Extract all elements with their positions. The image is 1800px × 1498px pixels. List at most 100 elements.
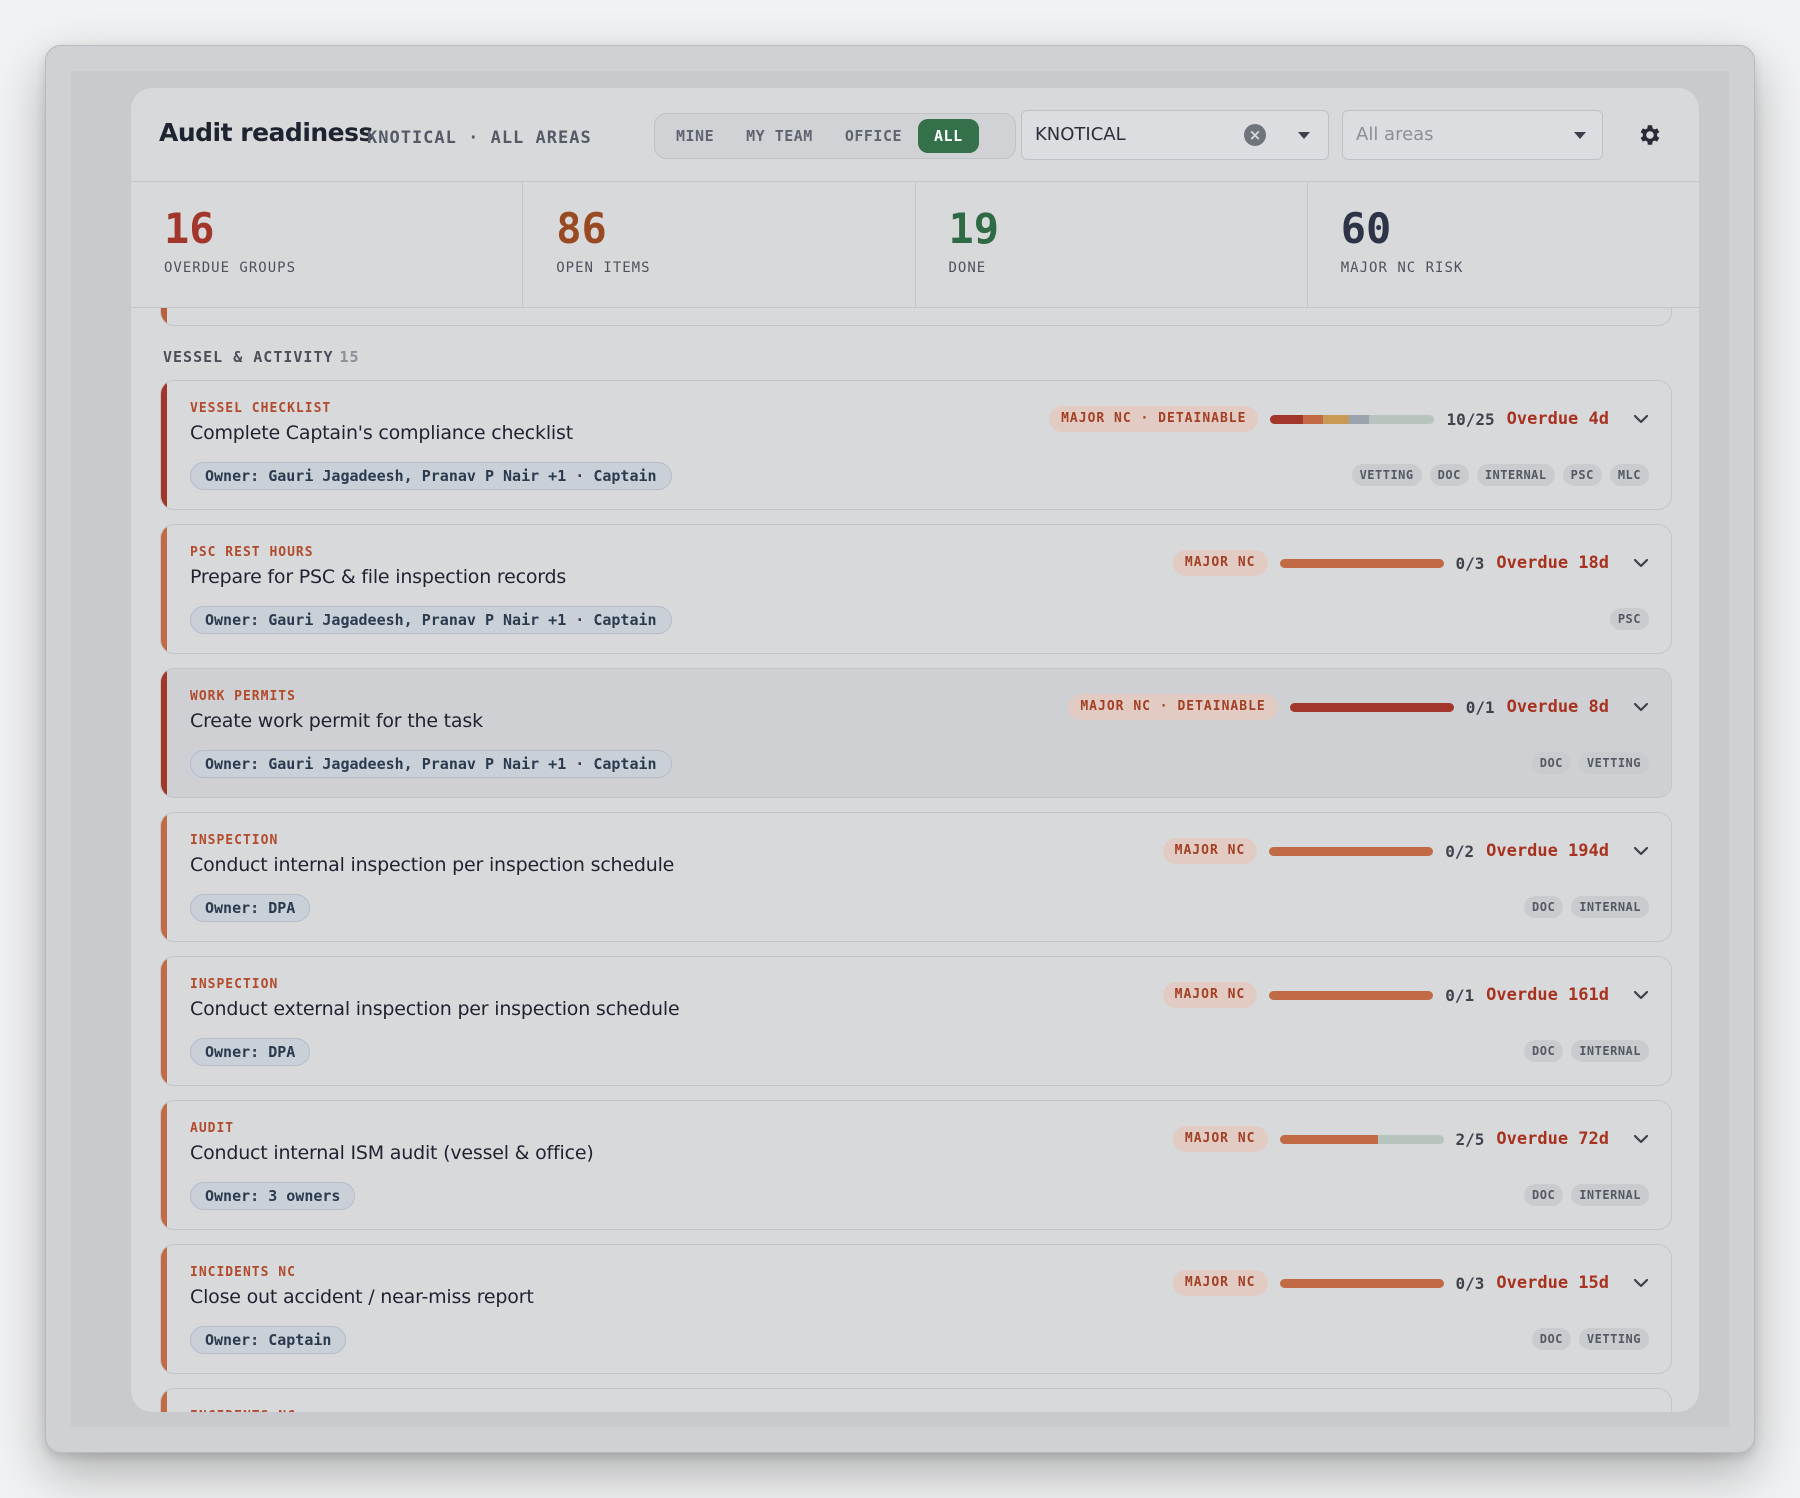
- stat-label: OPEN ITEMS: [556, 260, 651, 276]
- overdue-status: Overdue 8d: [1506, 697, 1609, 717]
- progress-count: 0/2: [1445, 841, 1475, 861]
- panel-header: Audit readiness KNOTICAL · ALL AREAS MIN…: [131, 88, 1699, 182]
- chevron-down-icon[interactable]: [1633, 987, 1649, 1003]
- tab-all[interactable]: ALL: [918, 119, 979, 153]
- gear-icon[interactable]: [1636, 122, 1662, 148]
- progress-segment: [1279, 558, 1444, 568]
- progress-bar: [1269, 846, 1434, 856]
- severity-badge: MAJOR NC: [1172, 550, 1268, 576]
- tab-office[interactable]: OFFICE: [829, 119, 918, 153]
- vessel-select-value: KNOTICAL: [1035, 124, 1126, 145]
- task-card[interactable]: INSPECTION Conduct internal inspection pe…: [160, 812, 1672, 942]
- progress-count: 2/5: [1455, 1129, 1485, 1149]
- tag-chip: DOC: [1429, 464, 1469, 486]
- severity-badge: MAJOR NC: [1162, 838, 1258, 864]
- close-circle-icon[interactable]: ×: [1244, 124, 1266, 146]
- task-card[interactable]: INSPECTION Conduct external inspection pe…: [160, 956, 1672, 1086]
- chevron-down-icon[interactable]: [1633, 699, 1649, 715]
- overdue-status: Overdue 72d: [1496, 1129, 1609, 1149]
- chevron-down-icon[interactable]: [1633, 411, 1649, 427]
- task-card[interactable]: WORK PERMITS Create work permit for the t…: [160, 668, 1672, 798]
- task-card[interactable]: INCIDENTS NC: [160, 1388, 1672, 1412]
- card-accent: [161, 1101, 167, 1229]
- card-accent: [161, 957, 167, 1085]
- progress-segment: [1269, 846, 1434, 856]
- card-status-row: MAJOR NC 0/2 Overdue 194d: [1162, 837, 1649, 865]
- card-title: Prepare for PSC & file inspection record…: [190, 566, 567, 588]
- progress-segment: [1279, 1278, 1444, 1288]
- task-card[interactable]: PSC REST HOURS Prepare for PSC & file ins…: [160, 524, 1672, 654]
- overdue-status: Overdue 4d: [1506, 409, 1609, 429]
- card-tags: PSC: [1609, 608, 1649, 630]
- chevron-down-icon[interactable]: [1633, 555, 1649, 571]
- partial-card-above[interactable]: [160, 308, 1672, 326]
- card-tags: DOC VETTING: [1531, 1328, 1649, 1350]
- card-title: Conduct external inspection per inspecti…: [190, 998, 680, 1020]
- tag-chip: DOC: [1531, 752, 1571, 774]
- tag-chip: INTERNAL: [1571, 1184, 1649, 1206]
- stat-overdue-groups[interactable]: 16 OVERDUE GROUPS: [131, 182, 524, 307]
- tag-chip: VETTING: [1578, 1328, 1649, 1350]
- tab-my-team[interactable]: MY TEAM: [730, 119, 829, 153]
- owner-chip[interactable]: Owner: Captain: [190, 1326, 347, 1354]
- area-select-placeholder: All areas: [1356, 124, 1434, 145]
- owner-chip[interactable]: Owner: Gauri Jagadeesh, Pranav P Nair +1…: [190, 606, 672, 634]
- card-status-row: MAJOR NC 0/3 Overdue 18d: [1172, 549, 1649, 577]
- progress-segment: [1279, 1134, 1378, 1144]
- card-category: INCIDENTS NC: [190, 1265, 296, 1280]
- audit-readiness-panel: Audit readiness KNOTICAL · ALL AREAS MIN…: [130, 87, 1700, 1413]
- card-accent: [161, 813, 167, 941]
- card-tags: VETTING DOC INTERNAL PSC MLC: [1351, 464, 1649, 486]
- tab-mine[interactable]: MINE: [660, 119, 730, 153]
- overdue-status: Overdue 15d: [1496, 1273, 1609, 1293]
- card-tags: DOC INTERNAL: [1524, 896, 1649, 918]
- chevron-down-icon[interactable]: [1633, 1131, 1649, 1147]
- stat-value: 86: [556, 204, 607, 253]
- card-tags: DOC INTERNAL: [1524, 1184, 1649, 1206]
- chevron-down-icon[interactable]: [1633, 843, 1649, 859]
- card-tags: DOC VETTING: [1531, 752, 1649, 774]
- chevron-down-icon[interactable]: [1633, 1275, 1649, 1291]
- tag-chip: PSC: [1609, 608, 1649, 630]
- card-accent: [161, 525, 167, 653]
- progress-segment: [1349, 414, 1369, 424]
- card-category: INSPECTION: [190, 833, 279, 848]
- task-card[interactable]: VESSEL CHECKLIST Complete Captain's compl…: [160, 380, 1672, 510]
- tag-chip: PSC: [1562, 464, 1602, 486]
- severity-badge: MAJOR NC · DETAINABLE: [1068, 694, 1278, 720]
- tag-chip: MLC: [1609, 464, 1649, 486]
- tag-chip: INTERNAL: [1571, 1040, 1649, 1062]
- owner-chip[interactable]: Owner: DPA: [190, 894, 311, 922]
- progress-bar: [1279, 1278, 1444, 1288]
- card-status-row: MAJOR NC 0/3 Overdue 15d: [1172, 1269, 1649, 1297]
- card-status-row: MAJOR NC 0/1 Overdue 161d: [1162, 981, 1649, 1009]
- stats-row: 16 OVERDUE GROUPS 86 OPEN ITEMS 19 DONE …: [131, 182, 1699, 308]
- card-category: INSPECTION: [190, 977, 279, 992]
- progress-bar: [1269, 990, 1434, 1000]
- progress-count: 0/3: [1455, 553, 1485, 573]
- stat-label: DONE: [948, 260, 987, 276]
- app-canvas: Audit readiness KNOTICAL · ALL AREAS MIN…: [71, 71, 1729, 1427]
- caret-down-icon[interactable]: [1574, 132, 1586, 139]
- tag-chip: DOC: [1524, 1184, 1564, 1206]
- app-window: Audit readiness KNOTICAL · ALL AREAS MIN…: [45, 45, 1755, 1453]
- tag-chip: VETTING: [1351, 464, 1422, 486]
- owner-chip[interactable]: Owner: DPA: [190, 1038, 311, 1066]
- task-card[interactable]: INCIDENTS NC Close out accident / near-mi…: [160, 1244, 1672, 1374]
- owner-chip[interactable]: Owner: Gauri Jagadeesh, Pranav P Nair +1…: [190, 750, 672, 778]
- section-header: VESSEL & ACTIVITY 15: [163, 348, 360, 366]
- stat-major-nc-risk[interactable]: 60 MAJOR NC RISK: [1308, 182, 1699, 307]
- task-card[interactable]: AUDIT Conduct internal ISM audit (vessel …: [160, 1100, 1672, 1230]
- tag-chip: DOC: [1531, 1328, 1571, 1350]
- stat-open-items[interactable]: 86 OPEN ITEMS: [523, 182, 916, 307]
- area-select[interactable]: All areas: [1342, 110, 1603, 160]
- owner-chip[interactable]: Owner: Gauri Jagadeesh, Pranav P Nair +1…: [190, 462, 672, 490]
- progress-count: 0/1: [1445, 985, 1475, 1005]
- owner-chip[interactable]: Owner: 3 owners: [190, 1182, 356, 1210]
- task-list: VESSEL & ACTIVITY 15 VESSEL CHECKLIST Comp…: [131, 308, 1699, 1412]
- stat-done[interactable]: 19 DONE: [916, 182, 1308, 307]
- tag-chip: INTERNAL: [1476, 464, 1555, 486]
- card-category: PSC REST HOURS: [190, 545, 314, 560]
- caret-down-icon[interactable]: [1298, 132, 1310, 139]
- vessel-select[interactable]: KNOTICAL ×: [1021, 110, 1329, 160]
